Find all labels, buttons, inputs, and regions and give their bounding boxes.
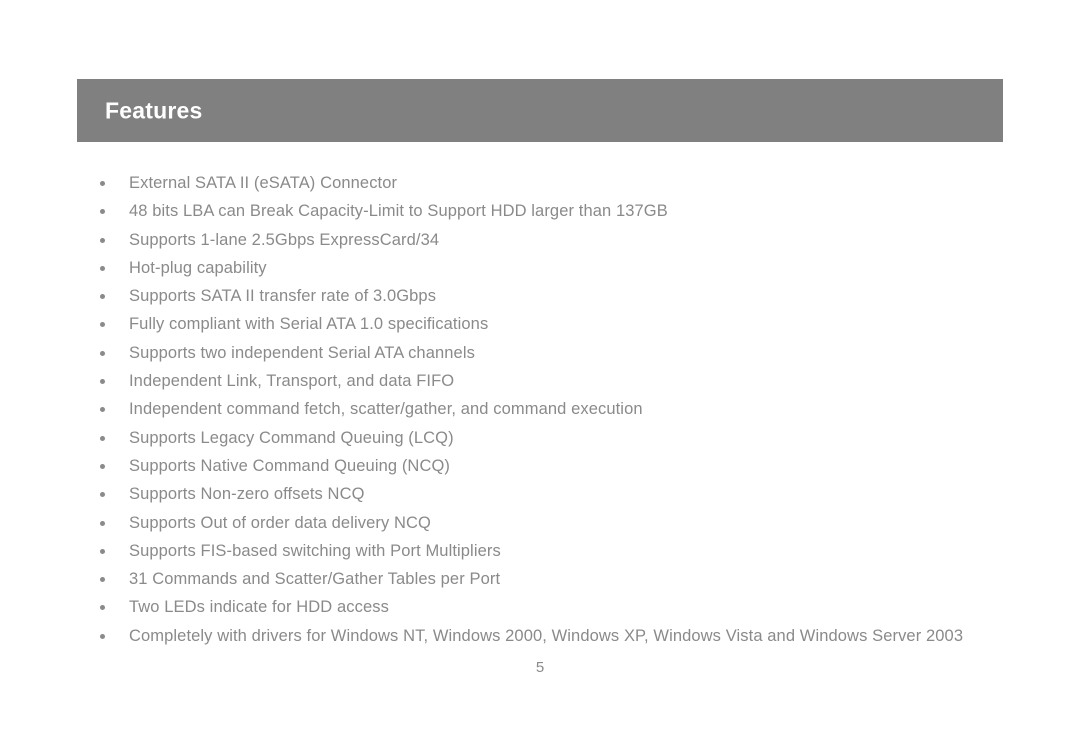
section-header-bar: Features bbox=[77, 79, 1003, 142]
list-item-text: Supports Out of order data delivery NCQ bbox=[129, 513, 431, 532]
page-number: 5 bbox=[535, 659, 545, 676]
bullet-icon bbox=[100, 237, 105, 243]
list-item: 31 Commands and Scatter/Gather Tables pe… bbox=[98, 568, 978, 591]
bullet-icon bbox=[100, 548, 105, 554]
list-item-text: Supports 1-lane 2.5Gbps ExpressCard/34 bbox=[129, 230, 440, 249]
list-item: Supports 1-lane 2.5Gbps ExpressCard/34 bbox=[98, 229, 978, 252]
list-item: External SATA II (eSATA) Connector bbox=[98, 172, 978, 195]
list-item: Supports Legacy Command Queuing (LCQ) bbox=[98, 427, 978, 450]
bullet-icon bbox=[100, 463, 105, 469]
list-item: Fully compliant with Serial ATA 1.0 spec… bbox=[98, 313, 978, 336]
bullet-icon bbox=[100, 181, 105, 186]
list-item: Independent command fetch, scatter/gathe… bbox=[98, 398, 978, 421]
list-item: Supports SATA II transfer rate of 3.0Gbp… bbox=[98, 285, 978, 308]
list-item: 48 bits LBA can Break Capacity-Limit to … bbox=[98, 200, 978, 223]
list-item: Supports two independent Serial ATA chan… bbox=[98, 342, 978, 365]
list-item: Supports Native Command Queuing (NCQ) bbox=[98, 455, 978, 478]
bullet-icon bbox=[100, 520, 105, 526]
bullet-icon bbox=[100, 294, 105, 300]
list-item-text: Hot-plug capability bbox=[129, 258, 267, 277]
bullet-icon bbox=[100, 435, 105, 441]
bullet-icon bbox=[100, 379, 105, 385]
document-page: Features External SATA II (eSATA) Connec… bbox=[0, 0, 1080, 752]
list-item-text: Fully compliant with Serial ATA 1.0 spec… bbox=[129, 315, 489, 334]
list-item-text: Independent command fetch, scatter/gathe… bbox=[129, 400, 643, 419]
list-item-text: Independent Link, Transport, and data FI… bbox=[129, 372, 455, 391]
list-item: Two LEDs indicate for HDD access bbox=[98, 596, 978, 619]
list-item: Supports FIS-based switching with Port M… bbox=[98, 540, 978, 563]
list-item-text: Supports FIS-based switching with Port M… bbox=[129, 541, 501, 560]
bullet-icon bbox=[100, 577, 105, 583]
list-item: Supports Non-zero offsets NCQ bbox=[98, 483, 978, 506]
bullet-icon bbox=[100, 492, 105, 498]
list-item-text: 48 bits LBA can Break Capacity-Limit to … bbox=[129, 202, 668, 221]
bullet-icon bbox=[100, 605, 105, 611]
list-item: Completely with drivers for Windows NT, … bbox=[98, 625, 978, 648]
list-item-text: Supports Legacy Command Queuing (LCQ) bbox=[129, 428, 454, 447]
list-item-text: Supports two independent Serial ATA chan… bbox=[129, 343, 475, 362]
bullet-icon bbox=[100, 407, 105, 413]
list-item: Hot-plug capability bbox=[98, 257, 978, 280]
features-list: External SATA II (eSATA) Connector 48 bi… bbox=[98, 172, 978, 653]
bullet-icon bbox=[100, 633, 105, 639]
bullet-icon bbox=[100, 350, 105, 356]
bullet-icon bbox=[100, 209, 105, 215]
list-item-text: Supports Non-zero offsets NCQ bbox=[129, 485, 365, 504]
list-item-text: Completely with drivers for Windows NT, … bbox=[129, 626, 964, 645]
list-item-text: 31 Commands and Scatter/Gather Tables pe… bbox=[129, 570, 501, 589]
page-title: Features bbox=[105, 97, 203, 123]
bullet-icon bbox=[100, 322, 105, 328]
list-item-text: Two LEDs indicate for HDD access bbox=[129, 598, 389, 617]
list-item-text: Supports Native Command Queuing (NCQ) bbox=[129, 456, 450, 475]
list-item: Independent Link, Transport, and data FI… bbox=[98, 370, 978, 393]
list-item-text: External SATA II (eSATA) Connector bbox=[129, 174, 398, 192]
bullet-icon bbox=[100, 265, 105, 271]
list-item-text: Supports SATA II transfer rate of 3.0Gbp… bbox=[129, 287, 437, 306]
list-item: Supports Out of order data delivery NCQ bbox=[98, 512, 978, 535]
